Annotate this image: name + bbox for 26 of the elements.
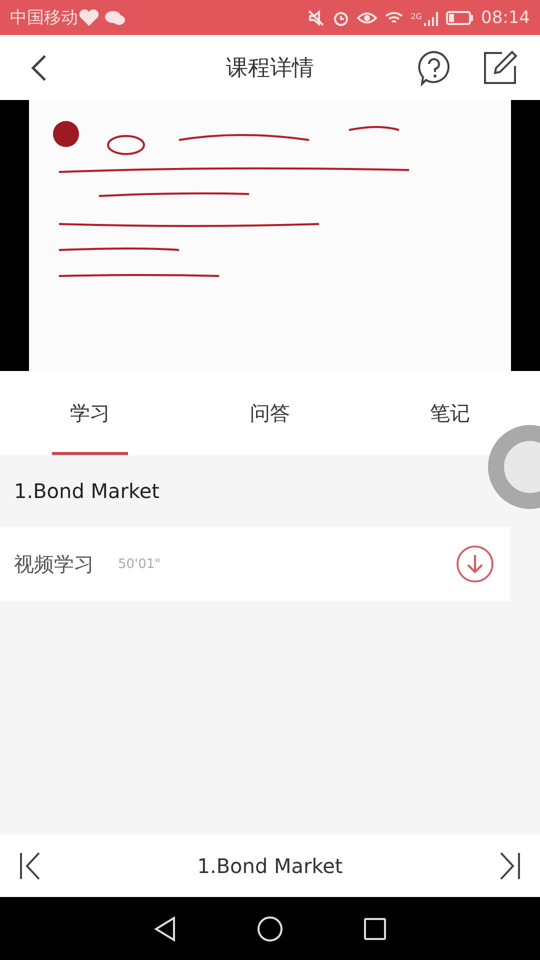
lesson-row[interactable]: 视频学习 50'01" (0, 527, 510, 601)
section-title: 1.Bond Market (14, 478, 160, 505)
current-lesson-title: 1.Bond Market (197, 854, 343, 878)
lesson-duration: 50'01" (118, 556, 161, 572)
clock-time: 08:14 (481, 8, 530, 28)
signal-icon (423, 10, 439, 26)
download-button[interactable] (456, 545, 494, 583)
carrier-name: 中国移动 (10, 7, 78, 29)
heart-icon (78, 8, 100, 26)
edit-button[interactable] (482, 50, 518, 86)
network-type: 2G (410, 12, 422, 20)
next-button[interactable] (498, 851, 522, 881)
recents-icon[interactable] (363, 916, 387, 940)
help-button[interactable] (416, 50, 452, 86)
chat-icon (104, 8, 126, 26)
mute-icon (306, 8, 325, 26)
tab[interactable]: 学习 (0, 371, 180, 455)
battery-icon (446, 10, 474, 24)
lesson-title: 视频学习 (14, 550, 94, 578)
tab[interactable]: 笔记 (360, 371, 540, 455)
home-icon[interactable] (257, 916, 283, 942)
back-button[interactable] (30, 54, 48, 82)
page-title: 课程详情 (226, 54, 314, 82)
tab[interactable]: 问答 (180, 371, 360, 455)
previous-button[interactable] (18, 851, 42, 881)
back-icon[interactable] (153, 916, 177, 942)
